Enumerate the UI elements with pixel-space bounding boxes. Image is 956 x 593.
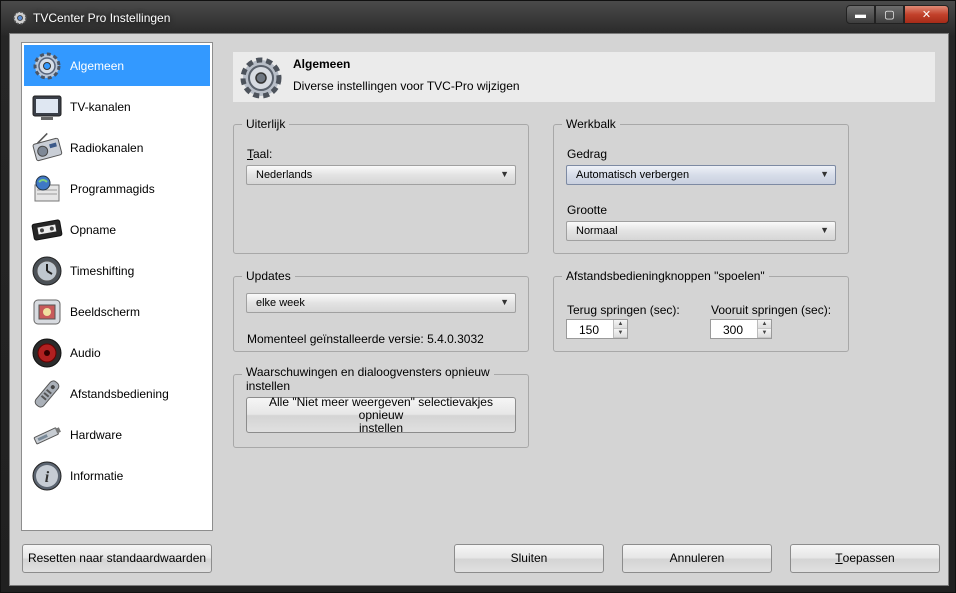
reset-checkboxes-button[interactable]: Alle "Niet meer weergeven" selectievakje… <box>246 395 516 434</box>
settings-window: TVCenter Pro Instellingen ▬ ▢ ✕ Algemeen… <box>0 0 956 593</box>
page-title: Algemeen <box>293 57 351 71</box>
guide-icon <box>30 172 64 206</box>
gedrag-label: Gedrag <box>567 147 608 161</box>
nav-item-radiokanalen[interactable]: Radiokanalen <box>24 127 210 168</box>
apply-button[interactable]: Toepassen <box>790 544 940 573</box>
nav-label: Radiokanalen <box>70 140 144 155</box>
waarschuwingen-group: Waarschuwingen en dialoogvensters opnieu… <box>233 365 529 448</box>
gedrag-value: Automatisch verbergen <box>576 169 690 181</box>
client-area: Algemeen TV-kanalen Radiokanalen Program… <box>9 33 949 586</box>
updates-group: Updates elke week ▼ Momenteel geïnstalle… <box>233 269 529 352</box>
group-legend: Uiterlijk <box>242 117 290 131</box>
nav-label: Programmagids <box>70 181 155 196</box>
gear-icon <box>240 57 282 99</box>
werkbalk-group: Werkbalk Gedrag Automatisch verbergen ▼ … <box>553 117 849 254</box>
nav-item-hardware[interactable]: Hardware <box>24 414 210 455</box>
clock-icon <box>30 254 64 288</box>
svg-text:i: i <box>45 469 50 486</box>
uiterlijk-group: Uiterlijk Taal: Nederlands ▼ <box>233 117 529 254</box>
gedrag-dropdown[interactable]: Automatisch verbergen ▼ <box>566 165 836 185</box>
window-controls: ▬ ▢ ✕ <box>846 5 949 24</box>
nav-item-afstandsbediening[interactable]: Afstandsbediening <box>24 373 210 414</box>
nav-item-informatie[interactable]: i Informatie <box>24 455 210 496</box>
taal-label: Taal: <box>247 147 273 161</box>
installed-version-text: Momenteel geïnstalleerde versie: 5.4.0.3… <box>247 332 484 346</box>
section-header: Algemeen Diverse instellingen voor TVC-P… <box>233 52 935 102</box>
page-subtitle: Diverse instellingen voor TVC-Pro wijzig… <box>293 79 520 93</box>
vooruit-stepper[interactable]: 300 ▲ ▼ <box>710 319 772 339</box>
vooruit-value: 300 <box>723 323 744 337</box>
group-legend: Waarschuwingen en dialoogvensters opnieu… <box>242 365 494 393</box>
terug-value: 150 <box>579 323 600 337</box>
stepper-buttons: ▲ ▼ <box>613 320 627 338</box>
reset-defaults-button[interactable]: Resetten naar standaardwaarden <box>22 544 212 573</box>
update-frequency-value: elke week <box>256 297 305 309</box>
info-icon: i <box>30 459 64 493</box>
radio-icon <box>30 131 64 165</box>
nav-label: Informatie <box>70 468 124 483</box>
grootte-dropdown[interactable]: Normaal ▼ <box>566 221 836 241</box>
chevron-down-icon[interactable]: ▼ <box>758 329 771 338</box>
nav-item-tv-kanalen[interactable]: TV-kanalen <box>24 86 210 127</box>
hardware-icon <box>30 418 64 452</box>
spoelen-group: Afstandsbedieningknoppen "spoelen" Terug… <box>553 269 849 352</box>
stepper-buttons: ▲ ▼ <box>757 320 771 338</box>
window-title: TVCenter Pro Instellingen <box>33 11 171 25</box>
app-gear-icon <box>13 11 27 25</box>
speaker-icon <box>30 336 64 370</box>
cancel-button[interactable]: Annuleren <box>622 544 772 573</box>
category-list[interactable]: Algemeen TV-kanalen Radiokanalen Program… <box>21 42 213 531</box>
nav-label: Algemeen <box>70 58 125 73</box>
chevron-down-icon: ▼ <box>500 169 509 179</box>
gear-icon <box>30 49 64 83</box>
grootte-value: Normaal <box>576 225 618 237</box>
nav-label: Audio <box>70 345 101 360</box>
chevron-up-icon[interactable]: ▲ <box>614 320 627 329</box>
chevron-down-icon[interactable]: ▼ <box>614 329 627 338</box>
display-icon <box>30 295 64 329</box>
nav-label: Timeshifting <box>70 263 135 278</box>
update-frequency-dropdown[interactable]: elke week ▼ <box>246 293 516 313</box>
remote-icon <box>30 377 64 411</box>
nav-item-opname[interactable]: Opname <box>24 209 210 250</box>
nav-item-beeldscherm[interactable]: Beeldscherm <box>24 291 210 332</box>
nav-label: Beeldscherm <box>70 304 141 319</box>
taal-dropdown[interactable]: Nederlands ▼ <box>246 165 516 185</box>
group-legend: Afstandsbedieningknoppen "spoelen" <box>562 269 769 283</box>
close-dialog-button[interactable]: Sluiten <box>454 544 604 573</box>
chevron-down-icon: ▼ <box>500 297 509 307</box>
vooruit-label: Vooruit springen (sec): <box>711 303 832 317</box>
group-legend: Werkbalk <box>562 117 620 131</box>
title-bar[interactable]: TVCenter Pro Instellingen ▬ ▢ ✕ <box>1 1 956 35</box>
nav-item-algemeen[interactable]: Algemeen <box>24 45 210 86</box>
nav-item-programmagids[interactable]: Programmagids <box>24 168 210 209</box>
nav-label: Opname <box>70 222 117 237</box>
terug-label: Terug springen (sec): <box>567 303 680 317</box>
maximize-button[interactable]: ▢ <box>875 5 904 24</box>
nav-label: TV-kanalen <box>70 99 131 114</box>
nav-label: Afstandsbediening <box>70 386 169 401</box>
group-legend: Updates <box>242 269 295 283</box>
close-button[interactable]: ✕ <box>904 5 949 24</box>
tv-icon <box>30 90 64 124</box>
nav-label: Hardware <box>70 427 123 442</box>
minimize-button[interactable]: ▬ <box>846 5 875 24</box>
grootte-label: Grootte <box>567 203 608 217</box>
nav-item-timeshifting[interactable]: Timeshifting <box>24 250 210 291</box>
nav-item-audio[interactable]: Audio <box>24 332 210 373</box>
taal-value: Nederlands <box>256 169 313 181</box>
tape-icon <box>30 213 64 247</box>
terug-stepper[interactable]: 150 ▲ ▼ <box>566 319 628 339</box>
chevron-down-icon: ▼ <box>820 169 829 179</box>
chevron-down-icon: ▼ <box>820 225 829 235</box>
chevron-up-icon[interactable]: ▲ <box>758 320 771 329</box>
